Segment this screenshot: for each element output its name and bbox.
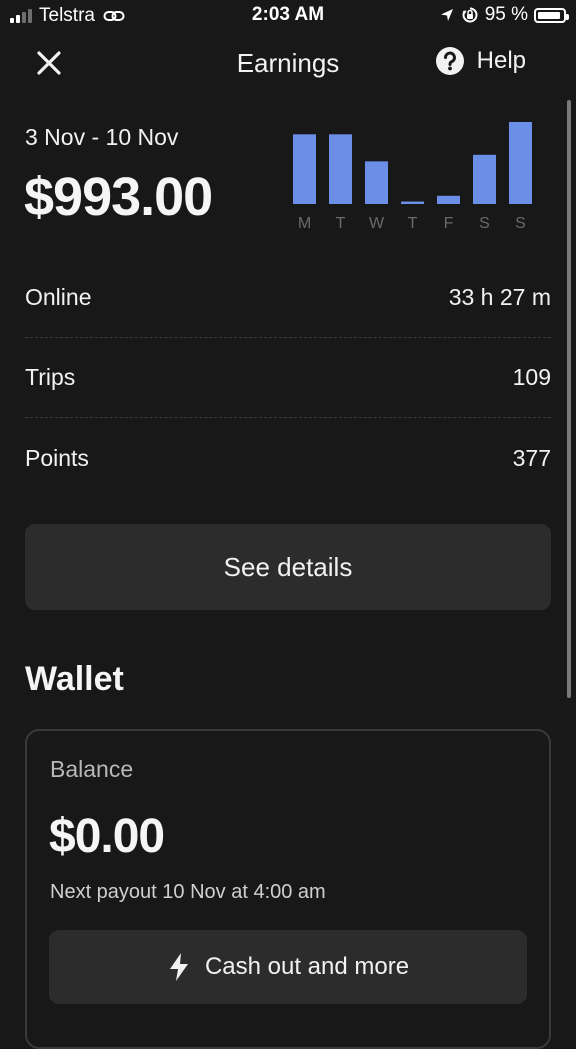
status-right: 95 % — [439, 4, 569, 26]
stat-value: 109 — [512, 364, 551, 390]
chart-bar[interactable] — [365, 161, 388, 204]
cash-out-label: Cash out and more — [204, 953, 410, 980]
chart-day-label: F — [444, 215, 454, 232]
help-label: Help — [476, 47, 526, 74]
location-arrow-icon — [440, 9, 453, 21]
stat-value: 33 h 27 m — [448, 284, 551, 310]
chart-day-label: S — [515, 215, 526, 232]
cash-out-button[interactable]: Cash out and more — [49, 930, 527, 1004]
stat-label: Trips — [25, 364, 76, 390]
wallet-card: Balance $0.00 Next payout 10 Nov at 4:00… — [25, 729, 551, 1049]
chart-day-label: T — [408, 215, 418, 232]
chart-bar[interactable] — [329, 134, 352, 204]
chart-day-label: T — [336, 215, 346, 232]
balance-amount: $0.00 — [49, 810, 165, 863]
help-button[interactable]: Help — [435, 46, 526, 76]
stat-value: 377 — [512, 444, 551, 471]
scrollbar[interactable] — [567, 100, 571, 698]
chart-day-label: M — [298, 215, 311, 232]
chart-bar[interactable] — [401, 201, 424, 204]
chart-bar[interactable] — [437, 195, 460, 204]
stat-row-online: Online 33 h 27 m — [25, 258, 551, 338]
next-payout-text: Next payout 10 Nov at 4:00 am — [50, 881, 326, 903]
earnings-amount: $993.00 — [24, 167, 213, 227]
weekly-earnings-chart[interactable]: MTWTFSS — [290, 112, 540, 237]
stat-label: Points — [25, 444, 89, 471]
chart-bar[interactable] — [473, 154, 496, 204]
question-circle-icon — [435, 47, 464, 75]
balance-label: Balance — [50, 756, 134, 782]
chart-day-label: W — [369, 215, 385, 232]
chart-day-label: S — [479, 215, 490, 232]
date-range: 3 Nov - 10 Nov — [25, 124, 179, 150]
chart-bar[interactable] — [509, 122, 532, 204]
orientation-lock-icon — [462, 7, 478, 23]
battery-icon — [534, 7, 569, 23]
stat-label: Online — [25, 284, 92, 310]
lightning-bolt-icon — [169, 953, 188, 981]
stats-list: Online 33 h 27 m Trips 109 Points 377 — [25, 258, 551, 498]
see-details-button[interactable]: See details — [25, 524, 551, 610]
stat-row-points: Points 377 — [25, 418, 551, 498]
wallet-title: Wallet — [25, 660, 124, 698]
chart-bar[interactable] — [293, 134, 316, 204]
stat-row-trips: Trips 109 — [25, 338, 551, 418]
battery-percent: 95 % — [484, 4, 528, 25]
status-bar: Telstra 2:03 AM 95 % — [0, 0, 576, 32]
